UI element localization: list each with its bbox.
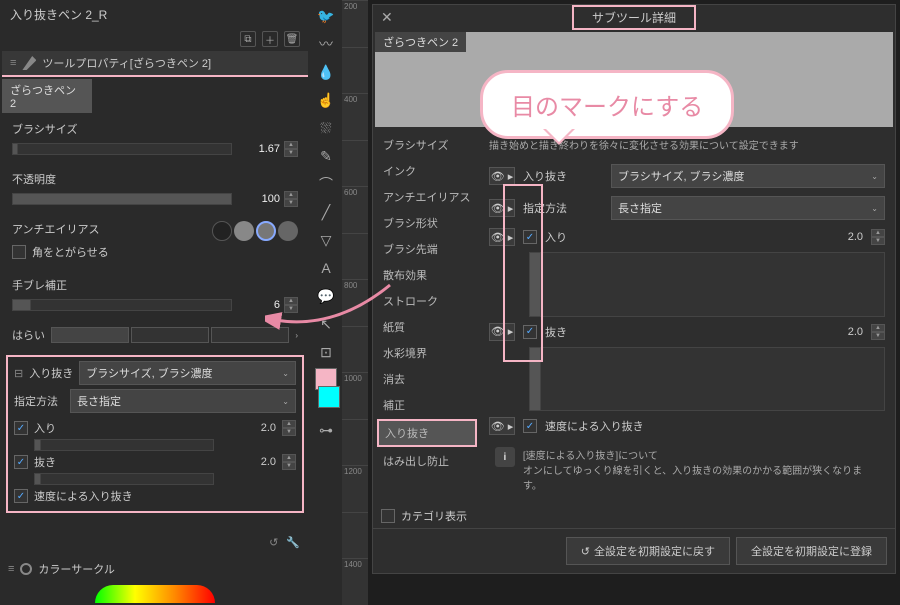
arrow-tool-icon[interactable]: ↖ (314, 312, 338, 336)
method-dropdown-dialog[interactable]: 長さ指定⌄ (611, 196, 885, 220)
close-icon[interactable]: ✕ (381, 9, 393, 26)
annotation-bubble: 目のマークにする (480, 70, 734, 139)
reset-all-button[interactable]: ↺全設定を初期設定に戻す (566, 537, 730, 565)
taper-dropdown[interactable]: ブラシサイズ, ブラシ濃度⌄ (611, 164, 885, 188)
sharpen-checkbox[interactable] (12, 245, 26, 259)
cat-overflow[interactable]: はみ出し防止 (377, 449, 477, 473)
cat-brush-size[interactable]: ブラシサイズ (377, 133, 477, 157)
vertical-ruler: 200 400 600 800 1000 1200 1400 (342, 0, 368, 605)
eye-toggle-out[interactable]: 👁 ▸ (489, 323, 515, 341)
stabilize-slider[interactable] (12, 299, 232, 311)
brush-size-slider[interactable] (12, 143, 232, 155)
cat-taper[interactable]: 入り抜き (377, 419, 477, 447)
background-color[interactable] (318, 386, 340, 408)
reset-icon[interactable]: ↺ (269, 536, 278, 549)
out-checkbox[interactable]: ✓ (14, 455, 28, 469)
in-checkbox[interactable]: ✓ (14, 421, 28, 435)
color-circle-panel: ≡ カラーサークル (2, 555, 308, 583)
stamp-tool-icon[interactable]: ⊡ (314, 340, 338, 364)
register-all-button[interactable]: 全設定を初期設定に登録 (736, 537, 887, 565)
curve-tool-icon[interactable]: ⌒ (314, 172, 338, 196)
tool-strip: 🐦 〰 💧 ☝ ⛆ ✎ ⌒ ╱ ▽ A 💬 ↖ ⊡ ⊶ (310, 0, 342, 605)
property-header: ≡ ツールプロパティ[ざらつきペン 2] (2, 51, 308, 77)
triangle-tool-icon[interactable]: ▽ (314, 228, 338, 252)
eye-toggle-method[interactable]: 👁 ▸ (489, 199, 515, 217)
method-dropdown[interactable]: 長さ指定⌄ (70, 389, 296, 413)
trash-icon[interactable]: 🗑 (284, 31, 300, 47)
pen-tool-icon[interactable]: ✎ (314, 144, 338, 168)
wrench-icon[interactable]: 🔧 (286, 536, 300, 549)
drop-tool-icon[interactable]: 💧 (314, 60, 338, 84)
cat-antialias[interactable]: アンチエイリアス (377, 185, 477, 209)
bird-tool-icon[interactable]: 🐦 (314, 4, 338, 28)
info-icon: i (495, 447, 515, 467)
opacity-slider[interactable] (12, 193, 232, 205)
opacity-label: 不透明度 (12, 171, 298, 187)
speed-checkbox-dialog[interactable]: ✓ (523, 419, 537, 433)
cat-spray[interactable]: 散布効果 (377, 263, 477, 287)
brush-name-tab[interactable]: ざらつきペン 2 (2, 79, 92, 113)
cat-brush-tip[interactable]: ブラシ先端 (377, 237, 477, 261)
finger-tool-icon[interactable]: ☝ (314, 88, 338, 112)
eye-toggle-speed[interactable]: 👁 ▸ (489, 417, 515, 435)
cat-ink[interactable]: インク (377, 159, 477, 183)
text-tool-icon[interactable]: A (314, 256, 338, 280)
eye-toggle-in[interactable]: 👁 ▸ (489, 228, 515, 246)
speed-taper-checkbox[interactable]: ✓ (14, 489, 28, 503)
cat-brush-shape[interactable]: ブラシ形状 (377, 211, 477, 235)
color-wheel[interactable] (95, 585, 215, 603)
opacity-stepper[interactable]: ▲▼ (284, 191, 298, 207)
cat-texture[interactable]: 紙質 (377, 315, 477, 339)
category-list: ブラシサイズ インク アンチエイリアス ブラシ形状 ブラシ先端 散布効果 ストロ… (377, 133, 477, 500)
pencil-icon (22, 56, 36, 70)
taper-target-dropdown[interactable]: ブラシサイズ, ブラシ濃度⌄ (79, 361, 296, 385)
line-tool-icon[interactable]: ╱ (314, 200, 338, 224)
add-icon[interactable]: ＋ (262, 31, 278, 47)
cat-correction[interactable]: 補正 (377, 393, 477, 417)
brush-size-stepper[interactable]: ▲▼ (284, 141, 298, 157)
brush-size-label: ブラシサイズ (12, 121, 298, 137)
in-checkbox-dialog[interactable]: ✓ (523, 230, 537, 244)
dialog-title: サブツール詳細 (572, 5, 696, 30)
balloon-tool-icon[interactable]: 💬 (314, 284, 338, 308)
link-icon[interactable]: ⊶ (314, 418, 338, 442)
cat-erase[interactable]: 消去 (377, 367, 477, 391)
tool-property-panel: 入り抜きペン 2_R ⧉ ＋ 🗑 ≡ ツールプロパティ[ざらつきペン 2] ざら… (0, 0, 310, 605)
cat-watercolor[interactable]: 水彩境界 (377, 341, 477, 365)
duplicate-icon[interactable]: ⧉ (240, 31, 256, 47)
harai-label: はらい (12, 327, 45, 343)
cat-stroke[interactable]: ストローク (377, 289, 477, 313)
taper-settings-highlight: ⊟ 入り抜き ブラシサイズ, ブラシ濃度⌄ 指定方法 長さ指定⌄ ✓ 入り 2.… (6, 355, 304, 513)
brush-tool-icon[interactable]: 〰 (314, 32, 338, 56)
show-category-checkbox[interactable] (381, 509, 395, 523)
out-checkbox-dialog[interactable]: ✓ (523, 325, 537, 339)
spray-tool-icon[interactable]: ⛆ (314, 116, 338, 140)
antialias-options[interactable] (212, 221, 298, 241)
eye-toggle-taper[interactable]: 👁 ▸ (489, 167, 515, 185)
file-name: 入り抜きペン 2_R (2, 2, 308, 27)
antialias-label: アンチエイリアス (12, 221, 100, 237)
stabilize-label: 手ブレ補正 (12, 277, 298, 293)
